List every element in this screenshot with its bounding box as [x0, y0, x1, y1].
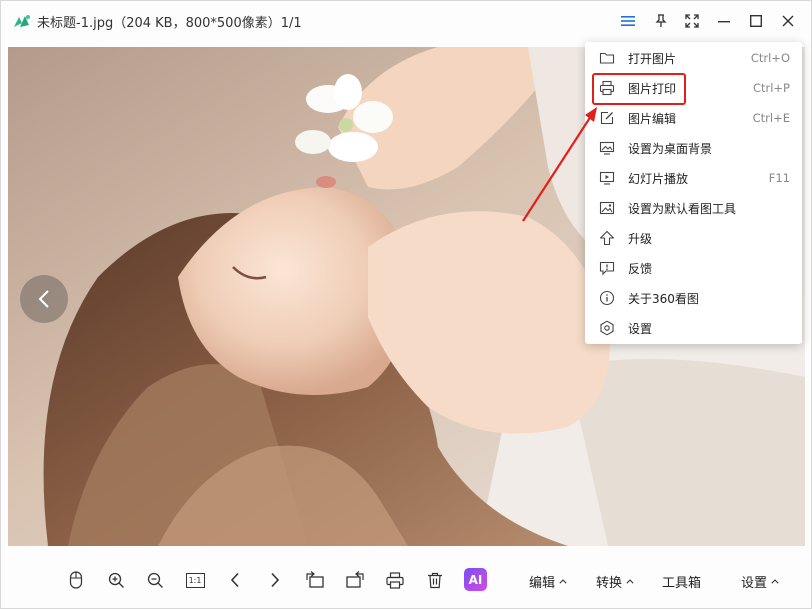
zoom-out-icon [147, 572, 163, 588]
menu-item-set-desktop-background[interactable]: 设置为桌面背景 [585, 133, 802, 163]
menu-item-feedback[interactable]: 反馈 [585, 253, 802, 283]
print-button[interactable] [382, 567, 408, 593]
image-viewer-window: 未标题-1.jpg（204 KB，800*500像素）1/1 打开图片 Ctrl… [0, 0, 812, 609]
actual-size-label: 1:1 [188, 575, 202, 585]
desktop-image-icon [599, 141, 615, 155]
edit-menu-button[interactable]: 编辑 [529, 572, 567, 591]
settings-menu-button[interactable]: 设置 [741, 572, 779, 591]
upgrade-arrow-icon [599, 230, 615, 246]
ai-label: AI [468, 572, 483, 587]
fullscreen-icon [685, 14, 699, 28]
info-icon [599, 290, 615, 306]
app-logo-icon [14, 15, 30, 27]
previous-image-button[interactable] [20, 275, 68, 323]
rotate-left-button[interactable] [302, 567, 328, 593]
menu-item-upgrade[interactable]: 升级 [585, 223, 802, 253]
actual-size-icon: 1:1 [185, 572, 205, 588]
chevron-up-icon [559, 579, 567, 584]
chevron-up-icon [626, 579, 634, 584]
delete-button[interactable] [422, 567, 448, 593]
convert-menu-button[interactable]: 转换 [596, 572, 634, 591]
rotate-right-button[interactable] [342, 567, 368, 593]
rotate-right-icon [346, 571, 364, 588]
zoom-in-button[interactable] [103, 567, 129, 593]
menu-item-settings[interactable]: 设置 [585, 313, 802, 343]
pin-icon [655, 14, 667, 27]
next-icon [271, 572, 280, 588]
settings-menu-label: 设置 [741, 576, 768, 591]
menu-button[interactable] [616, 9, 640, 33]
print-icon [386, 571, 404, 589]
image-icon [599, 201, 615, 215]
next-button[interactable] [262, 567, 288, 593]
maximize-icon [750, 15, 762, 27]
edit-icon [600, 111, 614, 125]
menu-item-print-image[interactable]: 图片打印 Ctrl+P [585, 73, 802, 103]
menu-item-open-image[interactable]: 打开图片 Ctrl+O [585, 43, 802, 73]
mouse-icon [69, 571, 83, 589]
delete-icon [428, 572, 442, 588]
bottom-toolbar: 1:1 AI 编辑 转换 工具箱 设置 [1, 553, 811, 608]
mouse-mode-button[interactable] [63, 567, 89, 593]
toolbox-button[interactable]: 工具箱 [662, 572, 701, 591]
title-bar: 未标题-1.jpg（204 KB，800*500像素）1/1 [1, 1, 811, 41]
fullscreen-button[interactable] [680, 9, 704, 33]
printer-icon [599, 80, 615, 96]
menu-item-about[interactable]: 关于360看图 [585, 283, 802, 313]
slideshow-icon [599, 171, 615, 185]
minimize-button[interactable] [712, 9, 736, 33]
window-title: 未标题-1.jpg（204 KB，800*500像素）1/1 [37, 16, 302, 31]
zoom-out-button[interactable] [142, 567, 168, 593]
edit-menu-label: 编辑 [529, 576, 556, 591]
toolbox-label: 工具箱 [662, 576, 702, 591]
rotate-left-icon [306, 571, 324, 588]
main-menu-dropdown: 打开图片 Ctrl+O 图片打印 Ctrl+P 图片编辑 Ctrl+E 设置为桌… [585, 42, 802, 344]
ai-button[interactable]: AI [464, 568, 487, 591]
folder-icon [599, 52, 615, 64]
close-button[interactable] [776, 9, 800, 33]
convert-menu-label: 转换 [596, 576, 623, 591]
maximize-button[interactable] [744, 9, 768, 33]
menu-item-edit-image[interactable]: 图片编辑 Ctrl+E [585, 103, 802, 133]
menu-icon [621, 16, 635, 26]
chevron-up-icon [771, 579, 779, 584]
previous-button[interactable] [222, 567, 248, 593]
feedback-icon [599, 261, 615, 276]
zoom-in-icon [108, 572, 124, 588]
close-icon [782, 15, 794, 27]
chevron-left-icon [38, 290, 49, 308]
previous-icon [230, 572, 239, 588]
actual-size-button[interactable]: 1:1 [182, 567, 208, 593]
menu-item-slideshow[interactable]: 幻灯片播放 F11 [585, 163, 802, 193]
menu-item-set-default-viewer[interactable]: 设置为默认看图工具 [585, 193, 802, 223]
pin-button[interactable] [649, 9, 673, 33]
minimize-icon [718, 21, 730, 23]
settings-hex-icon [600, 320, 614, 336]
